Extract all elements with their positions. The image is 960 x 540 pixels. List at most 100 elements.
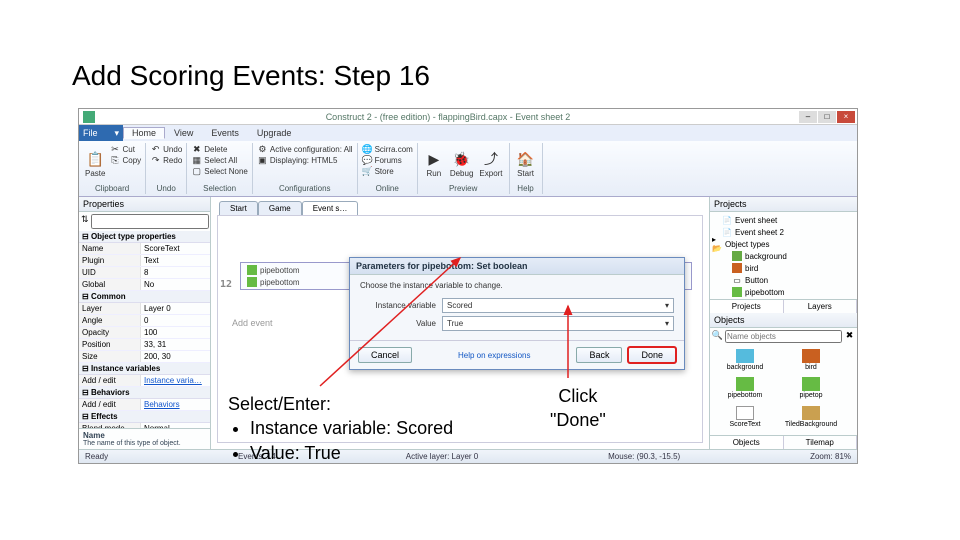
tab-home[interactable]: Home: [123, 127, 165, 139]
displaying-select[interactable]: ▣Displaying: HTML5: [257, 155, 353, 166]
dialog-footer: Cancel Help on expressions Back Done: [350, 340, 684, 369]
window-controls: – □ ×: [799, 111, 855, 123]
dialog-title: Parameters for pipebottom: Set boolean: [350, 258, 684, 275]
object-item[interactable]: bird: [780, 349, 842, 374]
properties-search-input[interactable]: [91, 214, 209, 229]
forums-link[interactable]: 💬Forums: [362, 155, 413, 166]
tab-events[interactable]: Events: [202, 127, 248, 139]
object-item[interactable]: background: [714, 349, 776, 374]
run-button[interactable]: ▶Run: [422, 144, 446, 184]
prop-row-add-behavior[interactable]: Add / editBehaviors: [79, 399, 210, 411]
store-lbl: Store: [375, 167, 394, 176]
ribbon-group-preview: ▶Run 🐞Debug ⤴Export Preview: [418, 143, 510, 194]
prop-row-global[interactable]: GlobalNo: [79, 279, 210, 291]
redo-button[interactable]: ↷Redo: [150, 155, 182, 166]
tree-item[interactable]: 📄Event sheet 2: [712, 226, 855, 238]
ribbon: 📋Paste ✂Cut ⎘Copy Clipboard ↶Undo ↷Redo …: [79, 141, 857, 197]
cat-common: ⊟ Common: [79, 291, 210, 303]
object-item[interactable]: ScoreText: [714, 406, 776, 431]
close-button[interactable]: ×: [837, 111, 855, 123]
parameters-dialog: Parameters for pipebottom: Set boolean C…: [349, 257, 685, 370]
tab-view[interactable]: View: [165, 127, 202, 139]
prop-row-name[interactable]: NameScoreText: [79, 243, 210, 255]
cut-button[interactable]: ✂Cut: [109, 144, 141, 155]
debug-button[interactable]: 🐞Debug: [448, 144, 476, 184]
properties-panel: Properties ⇅ ⊟ Object type properties Na…: [79, 197, 211, 449]
tree-item[interactable]: bird: [712, 262, 855, 274]
tab-tilemap[interactable]: Tilemap: [784, 436, 858, 449]
minimize-button[interactable]: –: [799, 111, 817, 123]
prop-row-position[interactable]: Position33, 31: [79, 339, 210, 351]
delete-button[interactable]: ✖Delete: [191, 144, 248, 155]
sort-az-icon[interactable]: ⇅: [81, 214, 89, 225]
search-icon: 🔍: [712, 330, 723, 341]
help-link[interactable]: Help on expressions: [458, 351, 530, 360]
tree-item[interactable]: background: [712, 250, 855, 262]
object-icon: [736, 377, 754, 391]
clear-icon[interactable]: ✖: [844, 330, 855, 341]
projects-panel-tabs: Projects Layers: [710, 299, 857, 313]
object-item[interactable]: pipetop: [780, 377, 842, 402]
value-label: Value: [360, 319, 442, 328]
objects-search-input[interactable]: [725, 330, 842, 343]
objects-header: Objects: [710, 313, 857, 328]
run-lbl: Run: [426, 169, 441, 178]
object-item[interactable]: pipebottom: [714, 377, 776, 402]
start-button[interactable]: 🏠Start: [514, 144, 538, 184]
annotation-right: Click "Done": [550, 384, 606, 433]
properties-footer-title: Name: [83, 431, 206, 440]
objects-panel-tabs: Objects Tilemap: [710, 435, 857, 449]
prop-row-add-instance[interactable]: Add / editInstance varia…: [79, 375, 210, 387]
doc-tab-game[interactable]: Game: [258, 201, 302, 215]
done-button[interactable]: Done: [628, 347, 676, 363]
prop-row-size[interactable]: Size200, 30: [79, 351, 210, 363]
selall-lbl: Select All: [204, 156, 237, 165]
object-item[interactable]: TiledBackground: [780, 406, 842, 431]
value-select[interactable]: True▾: [442, 316, 674, 331]
undo-button[interactable]: ↶Undo: [150, 144, 182, 155]
file-menu[interactable]: File▾: [79, 125, 123, 141]
select-none-button[interactable]: ▢Select None: [191, 166, 248, 177]
tab-upgrade[interactable]: Upgrade: [248, 127, 301, 139]
prop-row-plugin: PluginText: [79, 255, 210, 267]
prop-row-angle[interactable]: Angle0: [79, 315, 210, 327]
tree-item-folder[interactable]: ▸📂Object types: [712, 238, 855, 250]
doc-tab-eventsheet[interactable]: Event s…: [302, 201, 359, 215]
back-button[interactable]: Back: [576, 347, 622, 363]
tree-item[interactable]: 📄Event sheet: [712, 214, 855, 226]
export-button[interactable]: ⤴Export: [477, 144, 504, 184]
preview-group-label: Preview: [422, 184, 505, 193]
maximize-button[interactable]: □: [818, 111, 836, 123]
store-link[interactable]: 🛒Store: [362, 166, 413, 177]
tree-item[interactable]: pipebottom: [712, 286, 855, 298]
copy-icon: ⎘: [109, 155, 120, 166]
undo-label: Undo: [163, 145, 182, 154]
annotation-left-bullet-1: Instance variable: Scored: [250, 416, 453, 440]
paste-button[interactable]: 📋Paste: [83, 144, 107, 184]
copy-button[interactable]: ⎘Copy: [109, 155, 141, 166]
select-all-button[interactable]: ▦Select All: [191, 155, 248, 166]
tab-projects[interactable]: Projects: [710, 300, 784, 313]
active-config-select[interactable]: ⚙Active configuration: All: [257, 144, 353, 155]
redo-icon: ↷: [150, 155, 161, 166]
cat-instance-vars: ⊟ Instance variables: [79, 363, 210, 375]
scirra-link[interactable]: 🌐Scirra.com: [362, 144, 413, 155]
scirra-lbl: Scirra.com: [375, 145, 413, 154]
paste-label: Paste: [85, 169, 105, 178]
prop-row-layer[interactable]: LayerLayer 0: [79, 303, 210, 315]
display-icon: ▣: [257, 155, 268, 166]
tree-item[interactable]: ▭Button: [712, 274, 855, 286]
cancel-button[interactable]: Cancel: [358, 347, 412, 363]
add-event-link[interactable]: Add event: [232, 318, 273, 328]
tab-objects[interactable]: Objects: [710, 436, 784, 449]
object-icon: [732, 251, 742, 261]
tab-layers[interactable]: Layers: [784, 300, 858, 313]
object-icon: [247, 265, 257, 275]
text-icon: [736, 406, 754, 420]
status-ready: Ready: [85, 452, 108, 461]
document-tabs: Start Game Event s…: [219, 201, 709, 215]
instance-variable-select[interactable]: Scored▾: [442, 298, 674, 313]
prop-row-opacity[interactable]: Opacity100: [79, 327, 210, 339]
event-number: 12: [220, 280, 232, 290]
doc-tab-start[interactable]: Start: [219, 201, 258, 215]
